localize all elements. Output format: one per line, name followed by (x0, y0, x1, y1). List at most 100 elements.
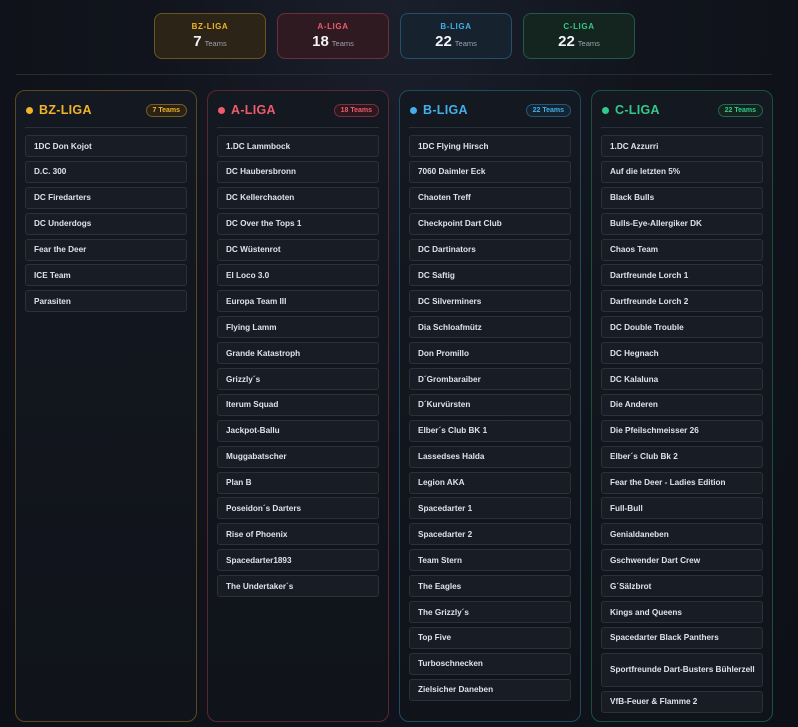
team-item[interactable]: Team Stern (409, 549, 571, 572)
team-item[interactable]: Genialdaneben (601, 523, 763, 546)
team-count-badge: 22 Teams (717, 103, 763, 117)
team-item[interactable]: Turboschnecken (409, 652, 571, 675)
team-item[interactable]: El Loco 3.0 (217, 264, 379, 287)
team-item[interactable]: Gschwender Dart Crew (601, 549, 763, 572)
team-item[interactable]: D.C. 300 (25, 160, 187, 183)
team-item[interactable]: DC Saftig (409, 264, 571, 287)
team-item[interactable]: Zielsicher Daneben (409, 678, 571, 701)
team-item[interactable]: Spacedarter Black Panthers (601, 626, 763, 649)
team-item[interactable]: Flying Lamm (217, 316, 379, 339)
team-item[interactable]: D´Grombaraiber (409, 368, 571, 391)
team-item[interactable]: Dia Schloafmütz (409, 316, 571, 339)
team-item[interactable]: The Grizzly´s (409, 601, 571, 624)
team-item[interactable]: Europa Team III (217, 290, 379, 313)
team-item[interactable]: Plan B (217, 471, 379, 494)
team-item[interactable]: DC Firedarters (25, 186, 187, 209)
team-item[interactable]: DC Silverminers (409, 290, 571, 313)
team-item[interactable]: 7060 Daimler Eck (409, 160, 571, 183)
team-item[interactable]: Dartfreunde Lorch 1 (601, 264, 763, 287)
team-item[interactable]: DC Over the Tops 1 (217, 212, 379, 235)
summary-count: 7 (193, 33, 202, 50)
team-item[interactable]: 1DC Flying Hirsch (409, 135, 571, 157)
league-dot-icon (218, 106, 225, 114)
league-dot-icon (602, 106, 609, 114)
header-divider (217, 127, 379, 128)
summary-unit: Teams (454, 39, 477, 48)
team-item[interactable]: DC Haubersbronn (217, 160, 379, 183)
league-column-c-liga: C-LIGA 22 Teams 1.DC Azzurri Auf die letz… (591, 90, 773, 722)
team-item[interactable]: Elber´s Club Bk 2 (601, 445, 763, 468)
team-item[interactable]: D´Kurvürsten (409, 393, 571, 416)
team-item[interactable]: Fear the Deer - Ladies Edition (601, 471, 763, 494)
header-divider (601, 127, 763, 128)
team-item[interactable]: Poseidon´s Darters (217, 497, 379, 520)
team-item[interactable]: DC Underdogs (25, 212, 187, 235)
summary-card-c-liga[interactable]: C-LIGA 22 Teams (523, 13, 635, 59)
team-item[interactable]: DC Kalaluna (601, 368, 763, 391)
team-item[interactable]: Legion AKA (409, 471, 571, 494)
summary-card-a-liga[interactable]: A-LIGA 18 Teams (277, 13, 389, 59)
team-item[interactable]: Fear the Deer (25, 238, 187, 261)
header-divider (409, 127, 571, 128)
team-item[interactable]: Bulls-Eye-Allergiker DK (601, 212, 763, 235)
team-item[interactable]: The Undertaker´s (217, 575, 379, 598)
summary-card-b-liga[interactable]: B-LIGA 22 Teams (400, 13, 512, 59)
team-item[interactable]: Spacedarter 2 (409, 523, 571, 546)
team-item[interactable]: Muggabatscher (217, 445, 379, 468)
team-item[interactable]: Iterum Squad (217, 393, 379, 416)
team-item[interactable]: 1DC Don Kojot (25, 135, 187, 157)
team-count-badge: 7 Teams (145, 103, 187, 117)
team-item[interactable]: Spacedarter1893 (217, 549, 379, 572)
summary-label: B-LIGA (440, 22, 472, 31)
league-title: BZ-LIGA (39, 103, 92, 117)
team-item[interactable]: Parasiten (25, 290, 187, 313)
team-list: 1DC Flying Hirsch 7060 Daimler Eck Chaoten… (409, 135, 571, 701)
team-item[interactable]: Chaos Team (601, 238, 763, 261)
summary-card-bz-liga[interactable]: BZ-LIGA 7 Teams (154, 13, 266, 59)
team-item[interactable]: 1.DC Lammbock (217, 135, 379, 157)
league-column-b-liga: B-LIGA 22 Teams 1DC Flying Hirsch 7060 Da… (399, 90, 581, 722)
team-count-badge: 22 Teams (525, 103, 571, 117)
team-item[interactable]: VfB-Feuer & Flamme 2 (601, 690, 763, 713)
team-list: 1DC Don Kojot D.C. 300 DC Firedarters DC Un… (25, 135, 187, 313)
team-item[interactable]: Elber´s Club BK 1 (409, 419, 571, 442)
team-item[interactable]: Top Five (409, 626, 571, 649)
summary-unit: Teams (577, 39, 600, 48)
team-item[interactable]: Grizzly´s (217, 368, 379, 391)
team-item[interactable]: Full-Bull (601, 497, 763, 520)
team-item[interactable]: Auf die letzten 5% (601, 160, 763, 183)
team-item[interactable]: Rise of Phoenix (217, 523, 379, 546)
league-title: C-LIGA (615, 103, 660, 117)
team-item[interactable]: DC Double Trouble (601, 316, 763, 339)
league-header: B-LIGA 22 Teams (409, 101, 571, 119)
team-item[interactable]: Dartfreunde Lorch 2 (601, 290, 763, 313)
team-item[interactable]: Lassedses Halda (409, 445, 571, 468)
team-item[interactable]: DC Kellerchaoten (217, 186, 379, 209)
team-item[interactable]: Black Bulls (601, 186, 763, 209)
summary-count: 18 (312, 33, 329, 50)
team-item[interactable]: Die Pfeilschmeisser 26 (601, 419, 763, 442)
team-item[interactable]: Grande Katastroph (217, 342, 379, 365)
team-item[interactable]: Chaoten Treff (409, 186, 571, 209)
team-item[interactable]: Jackpot-Ballu (217, 419, 379, 442)
team-item[interactable]: Die Anderen (601, 393, 763, 416)
team-item[interactable]: 1.DC Azzurri (601, 135, 763, 157)
team-item[interactable]: DC Dartinators (409, 238, 571, 261)
team-item[interactable]: Kings and Queens (601, 601, 763, 624)
team-item[interactable]: Spacedarter 1 (409, 497, 571, 520)
header-divider (25, 127, 187, 128)
team-item[interactable]: DC Hegnach (601, 342, 763, 365)
team-item[interactable]: G´Sälzbrot (601, 575, 763, 598)
league-column-bz-liga: BZ-LIGA 7 Teams 1DC Don Kojot D.C. 300 DC … (15, 90, 197, 722)
summary-label: BZ-LIGA (191, 22, 229, 31)
summary-label: A-LIGA (317, 22, 349, 31)
team-item[interactable]: Checkpoint Dart Club (409, 212, 571, 235)
league-column-a-liga: A-LIGA 18 Teams 1.DC Lammbock DC Haubersb… (207, 90, 389, 722)
team-item[interactable]: DC Wüstenrot (217, 238, 379, 261)
league-header: A-LIGA 18 Teams (217, 101, 379, 119)
team-item[interactable]: ICE Team (25, 264, 187, 287)
summary-label: C-LIGA (563, 22, 595, 31)
team-item[interactable]: The Eagles (409, 575, 571, 598)
team-item[interactable]: Don Promillo (409, 342, 571, 365)
team-item[interactable]: Sportfreunde Dart-Busters Bühlerzell (601, 652, 763, 687)
